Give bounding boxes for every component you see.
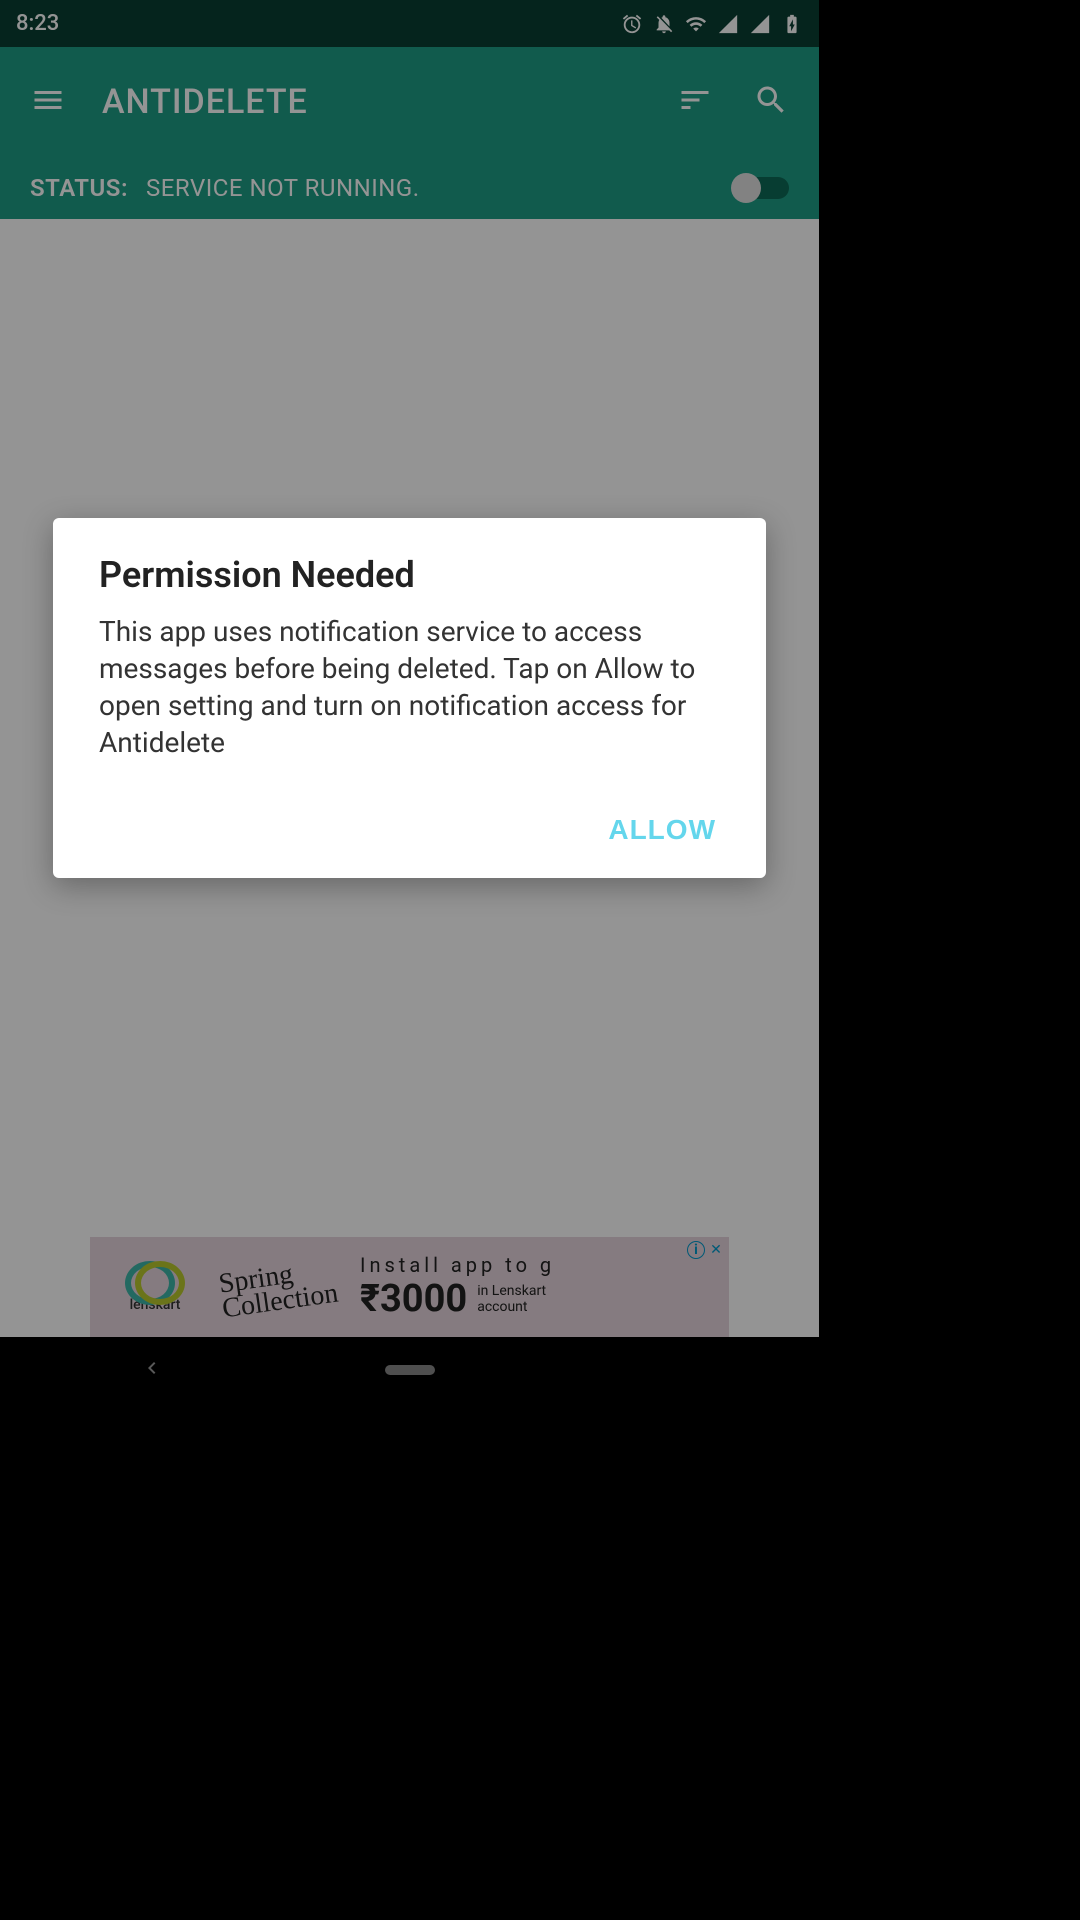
- dialog-body: This app uses notification service to ac…: [99, 614, 720, 762]
- allow-button[interactable]: ALLOW: [604, 802, 720, 858]
- dialog-title: Permission Needed: [99, 554, 720, 596]
- dialog-actions: ALLOW: [99, 802, 720, 858]
- permission-dialog: Permission Needed This app uses notifica…: [53, 518, 766, 878]
